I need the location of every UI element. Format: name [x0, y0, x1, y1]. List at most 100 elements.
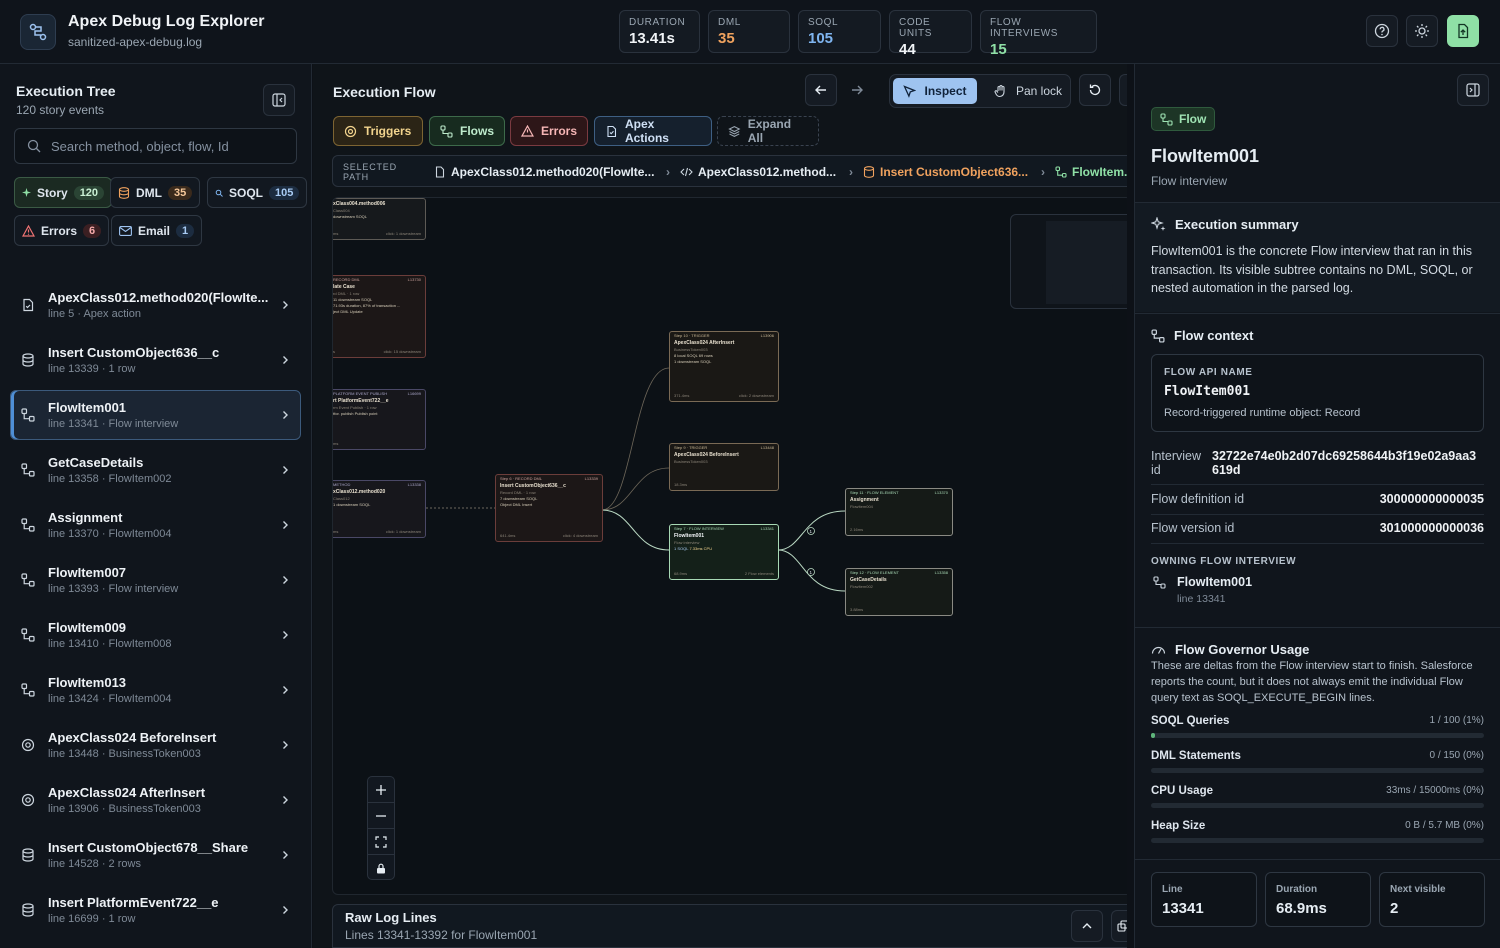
breadcrumb-apex-action[interactable]: ApexClass012.method020(FlowIte... — [434, 165, 654, 179]
fit-view-button[interactable] — [368, 829, 394, 855]
tree-item-meta: line 5 · Apex action — [48, 308, 141, 320]
governor-heap-size: Heap Size 0 B / 5.7 MB (0%) — [1151, 820, 1484, 846]
zoom-out-button[interactable] — [368, 803, 394, 829]
filter-apex-actions-button[interactable]: Apex Actions — [594, 116, 712, 146]
node-after-insert-trigger[interactable]: Step 10 · TRIGGER L13906 ApexClass024 Af… — [669, 331, 779, 402]
collapse-details-button[interactable] — [1457, 74, 1489, 106]
lock-view-button[interactable] — [368, 855, 394, 881]
execution-flow-panel: Execution Flow Inspect Pan lock Triggers… — [313, 64, 1127, 948]
search-input[interactable] — [51, 138, 281, 154]
raw-log-copy-button[interactable] — [1111, 910, 1127, 942]
tree-item[interactable]: FlowItem007 line 13393 · Flow interview — [10, 555, 301, 605]
breadcrumb-method[interactable]: ApexClass012.method... — [680, 165, 836, 179]
tree-item[interactable]: ApexClass012.method020(FlowIte... line 5 … — [10, 280, 301, 330]
filter-flows-button[interactable]: Flows — [429, 116, 505, 146]
zoom-in-button[interactable] — [368, 777, 394, 803]
breadcrumb-dml[interactable]: Insert CustomObject636... — [863, 165, 1028, 179]
tree-item[interactable]: Assignment line 13370 · FlowItem004 — [10, 500, 301, 550]
tree-item[interactable]: FlowItem001 line 13341 · Flow interview — [10, 390, 301, 440]
reset-view-button[interactable] — [1079, 74, 1111, 106]
filter-chip-email[interactable]: Email 1 — [111, 215, 203, 246]
node-type-badge: Flow — [1151, 107, 1216, 131]
collapse-tree-button[interactable] — [263, 84, 295, 116]
node-assignment[interactable]: Step 11 · FLOW ELEMENT L13370 Assignment… — [845, 488, 953, 536]
interaction-mode-toggle: Inspect Pan lock — [889, 74, 1071, 108]
owning-flow-link[interactable]: FlowItem001 line 13341 — [1151, 574, 1351, 608]
tree-item-title: FlowItem007 — [48, 565, 127, 580]
flow-icon — [21, 628, 35, 642]
stat-next-visible: Next visible 2 — [1379, 872, 1485, 927]
flow-canvas[interactable]: 1 1 xClass004.method006 Class004 downstr… — [332, 197, 1127, 895]
fullscreen-icon — [375, 835, 387, 848]
sidebar-collapse-icon — [1466, 83, 1480, 97]
node-flow-interview-selected[interactable]: Step 7 · FLOW INTERVIEW L13341 FlowItem0… — [669, 524, 779, 580]
node-method-020[interactable]: METHOD L13338 xClass012.method020 Class0… — [333, 480, 426, 538]
breadcrumb-separator-icon: › — [1041, 165, 1045, 179]
tree-item-title: FlowItem001 — [48, 400, 127, 415]
flow-icon — [1153, 576, 1166, 589]
sidebar-collapse-icon — [272, 93, 286, 107]
node-platform-event[interactable]: PLATFORM EVENT PUBLISH L16699 rt Platfor… — [333, 389, 426, 450]
node-before-insert-trigger[interactable]: Step 9 · TRIGGER L13448 ApexClass024 Bef… — [669, 443, 779, 491]
filter-chip-dml[interactable]: DML 35 — [110, 177, 201, 208]
node-get-case-details[interactable]: Step 12 · FLOW ELEMENT L13358 GetCaseDet… — [845, 568, 953, 616]
query-icon — [215, 189, 223, 197]
tree-item[interactable]: Insert PlatformEvent722__e line 16699 · 1… — [10, 885, 301, 935]
tree-item[interactable]: ApexClass024 AfterInsert line 13906 · Bus… — [10, 775, 301, 825]
previous-button[interactable] — [805, 74, 837, 106]
flow-icon — [21, 463, 35, 477]
node-update-case[interactable]: RECORD DML L13730 late Case rd DML · 1 r… — [333, 275, 426, 358]
apex-action-icon — [21, 298, 35, 312]
breadcrumb-flow[interactable]: FlowItem... — [1055, 165, 1127, 179]
tree-item[interactable]: ApexClass024 BeforeInsert line 13448 · Bu… — [10, 720, 301, 770]
filter-chip-errors[interactable]: Errors 6 — [14, 215, 110, 246]
database-icon — [21, 903, 35, 917]
help-button[interactable] — [1366, 15, 1398, 47]
pan-lock-button[interactable]: Pan lock — [986, 78, 1070, 104]
metric-soql: SOQL 105 — [798, 10, 881, 53]
raw-log-toggle-button[interactable] — [1071, 910, 1103, 942]
chevron-right-icon — [280, 850, 290, 860]
tree-item-title: FlowItem013 — [48, 675, 127, 690]
flow-api-name: FlowItem001 — [1164, 384, 1251, 399]
next-button[interactable] — [841, 74, 873, 106]
tree-item-meta: line 13358 · FlowItem002 — [48, 473, 172, 485]
tree-item[interactable]: FlowItem013 line 13424 · FlowItem004 — [10, 665, 301, 715]
flow-icon — [21, 683, 35, 697]
tree-item-title: ApexClass024 BeforeInsert — [48, 730, 217, 745]
tree-item[interactable]: GetCaseDetails line 13358 · FlowItem002 — [10, 445, 301, 495]
tree-search[interactable] — [14, 128, 297, 164]
refresh-icon — [1089, 84, 1101, 96]
theme-toggle-button[interactable] — [1406, 15, 1438, 47]
trigger-icon — [344, 125, 357, 137]
hand-icon — [994, 84, 1005, 98]
copy-icon — [1116, 920, 1127, 932]
filter-errors-button[interactable]: Errors — [510, 116, 588, 146]
tree-item[interactable]: FlowItem009 line 13410 · FlowItem008 — [10, 610, 301, 660]
filter-triggers-button[interactable]: Triggers — [333, 116, 423, 146]
node-method-006[interactable]: xClass004.method006 Class004 downstream … — [333, 198, 426, 240]
metric-code-units: CODE UNITS 44 — [889, 10, 972, 58]
minus-icon — [376, 814, 386, 817]
filter-chip-soql[interactable]: SOQL 105 — [207, 177, 308, 208]
expand-all-button[interactable]: Expand All — [717, 116, 819, 146]
minimap-viewport[interactable] — [1046, 221, 1127, 304]
flow-context-heading: Flow context — [1151, 328, 1253, 343]
tree-item[interactable]: Insert CustomObject636__c line 13339 · 1 … — [10, 335, 301, 385]
export-button[interactable] — [1447, 15, 1479, 47]
inspect-mode-button[interactable]: Inspect — [893, 78, 977, 104]
flow-icon — [1151, 328, 1165, 343]
filter-chip-story[interactable]: Story 120 — [14, 177, 113, 208]
tree-item[interactable]: Insert CustomObject678__Share line 14528 … — [10, 830, 301, 880]
app-header: Apex Debug Log Explorer sanitized-apex-d… — [0, 0, 1500, 64]
sparkle-icon — [22, 188, 31, 197]
execution-summary-heading: Execution summary — [1151, 217, 1299, 232]
node-insert-custom-object[interactable]: Step 6 · RECORD DML L13339 Insert Custom… — [495, 474, 603, 542]
canvas-minimap[interactable] — [1010, 214, 1127, 309]
tree-item-meta: line 13906 · BusinessToken003 — [48, 803, 201, 815]
breadcrumb-separator-icon: › — [666, 165, 670, 179]
chevron-right-icon — [280, 300, 290, 310]
tree-subtitle: 120 story events — [16, 103, 105, 117]
metric-flow-interviews: FLOW INTERVIEWS 15 — [980, 10, 1097, 58]
more-toolbar-button[interactable] — [1119, 74, 1127, 106]
